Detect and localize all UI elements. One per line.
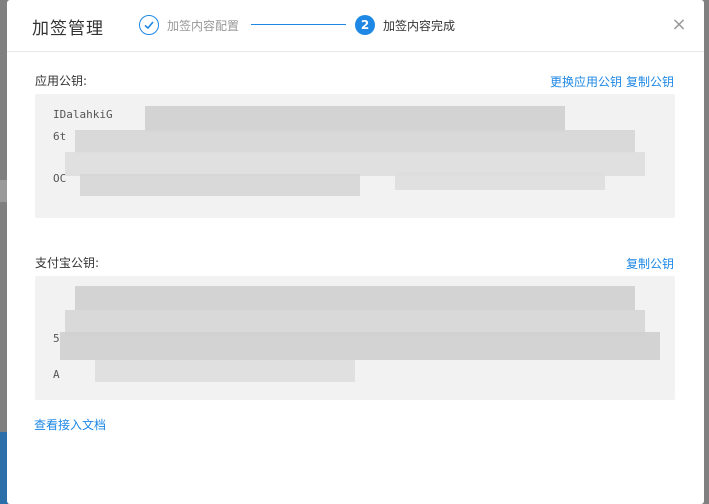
- app-key-line: 6t: [53, 130, 67, 143]
- app-key-line: IDalahkiG: [53, 108, 113, 121]
- copy-alipay-key-link[interactable]: 复制公钥: [626, 255, 674, 272]
- copy-app-key-link[interactable]: 复制公钥: [626, 73, 674, 90]
- step-complete-label: 加签内容完成: [383, 18, 456, 33]
- alipay-key-label: 支付宝公钥:: [35, 256, 100, 270]
- redaction-mask: [95, 360, 355, 382]
- alipay-key-line: A: [53, 368, 60, 381]
- dialog-title: 加签管理: [32, 19, 104, 39]
- sign-management-dialog: 加签管理 加签内容配置 2 加签内容完成 × 应用公钥: 更换应用公钥 复制公钥…: [7, 0, 704, 504]
- app-key-box: IDalahkiG 6t OC: [35, 94, 675, 218]
- redaction-mask: [75, 130, 635, 154]
- dialog-header: 加签管理 加签内容配置 2 加签内容完成 ×: [7, 0, 704, 52]
- step-complete: 2 加签内容完成: [355, 14, 455, 36]
- step-connector: [251, 24, 346, 25]
- alipay-key-box: 5 A: [35, 276, 675, 400]
- close-icon[interactable]: ×: [669, 14, 689, 35]
- redaction-mask: [60, 332, 660, 360]
- redaction-mask: [395, 172, 605, 190]
- step-config-label: 加签内容配置: [167, 18, 240, 33]
- step-number-badge: 2: [355, 15, 375, 35]
- redaction-mask: [75, 286, 635, 310]
- redaction-mask: [80, 174, 360, 196]
- alipay-key-actions: 复制公钥: [626, 255, 674, 272]
- check-icon: [139, 15, 159, 35]
- view-docs-link[interactable]: 查看接入文档: [34, 416, 106, 433]
- app-key-label: 应用公钥:: [35, 74, 88, 88]
- replace-app-key-link[interactable]: 更换应用公钥: [550, 73, 622, 90]
- alipay-key-line: 5: [53, 332, 60, 345]
- step-config: 加签内容配置: [139, 14, 239, 36]
- app-key-actions: 更换应用公钥 复制公钥: [550, 73, 674, 90]
- redaction-mask: [145, 106, 565, 132]
